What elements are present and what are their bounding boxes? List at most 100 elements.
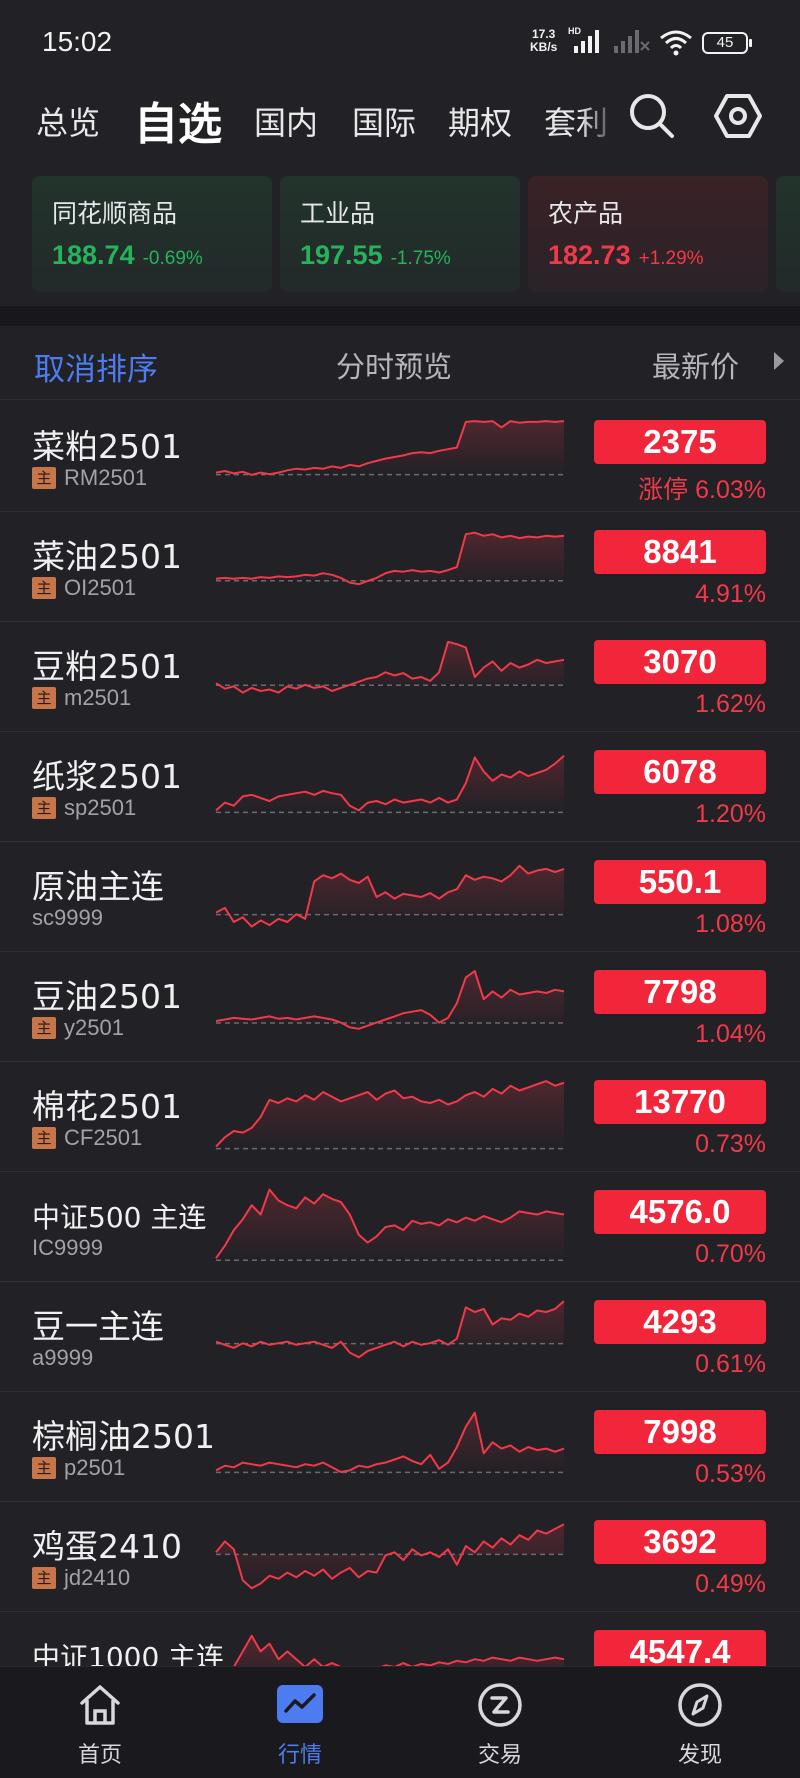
index-card-name: 工业品 bbox=[300, 199, 376, 228]
contract-code: p2501 bbox=[64, 1455, 126, 1480]
watchlist-row[interactable]: 中证500 主连 IC9999 4576.0 0.70% bbox=[0, 1172, 800, 1282]
change-percent: 1.20% bbox=[695, 800, 766, 828]
contract-code-wrap: 主 p2501 bbox=[32, 1455, 126, 1480]
contract-name: 菜油2501 bbox=[32, 537, 182, 576]
index-card-price: 188.74 bbox=[52, 240, 135, 270]
contract-code: m2501 bbox=[64, 685, 132, 710]
column-next-arrow-icon[interactable] bbox=[774, 352, 784, 370]
nav-discover[interactable]: 发现 bbox=[600, 1667, 800, 1778]
latest-price-badge: 13770 bbox=[594, 1080, 766, 1124]
contract-name: 纸浆2501 bbox=[32, 757, 182, 796]
change-percent: 1.04% bbox=[695, 1020, 766, 1048]
latest-price-column[interactable]: 最新价 bbox=[652, 344, 739, 386]
main-contract-badge: 主 bbox=[32, 1017, 56, 1039]
index-card[interactable]: 同花顺商品 188.74 -0.69% bbox=[32, 176, 272, 292]
intraday-sparkline bbox=[215, 531, 565, 586]
contract-name: 豆一主连 bbox=[32, 1307, 164, 1346]
tab-international[interactable]: 国际 bbox=[352, 98, 416, 144]
main-contract-badge: 主 bbox=[32, 797, 56, 819]
home-icon bbox=[80, 1685, 120, 1725]
contract-code: a9999 bbox=[32, 1345, 94, 1370]
tab-domestic[interactable]: 国内 bbox=[254, 98, 318, 144]
settings-icon[interactable] bbox=[712, 90, 764, 142]
intraday-sparkline bbox=[215, 864, 565, 928]
intraday-sparkline bbox=[215, 420, 565, 476]
index-card[interactable]: 农产品 182.73 +1.29% bbox=[528, 176, 768, 292]
latest-price-badge: 7798 bbox=[594, 970, 766, 1014]
intraday-sparkline bbox=[215, 970, 565, 1030]
contract-code: IC9999 bbox=[32, 1235, 103, 1260]
sparkline-area bbox=[216, 641, 564, 693]
index-card-name: 同花顺商品 bbox=[52, 199, 178, 228]
search-icon[interactable] bbox=[626, 90, 678, 142]
contract-code-wrap: IC9999 bbox=[32, 1235, 103, 1260]
intraday-sparkline bbox=[215, 1300, 565, 1359]
main-contract-badge: 主 bbox=[32, 577, 56, 599]
main-contract-badge: 主 bbox=[32, 1127, 56, 1149]
contract-code: CF2501 bbox=[64, 1125, 143, 1150]
watchlist-row[interactable]: 豆一主连 a9999 4293 0.61% bbox=[0, 1282, 800, 1392]
contract-name: 豆油2501 bbox=[32, 977, 182, 1016]
main-contract-badge: 主 bbox=[32, 1457, 56, 1479]
watchlist-row[interactable]: 棕榈油2501 主 p2501 7998 0.53% bbox=[0, 1392, 800, 1502]
status-time: 15:02 bbox=[42, 26, 113, 57]
contract-code-wrap: 主 m2501 bbox=[32, 685, 132, 710]
watchlist-row[interactable]: 豆粕2501 主 m2501 3070 1.62% bbox=[0, 622, 800, 732]
sparkline-area bbox=[216, 1301, 564, 1358]
watchlist-row[interactable]: 豆油2501 主 y2501 7798 1.04% bbox=[0, 952, 800, 1062]
intraday-sparkline bbox=[215, 640, 565, 694]
nav-home-label: 首页 bbox=[77, 1743, 122, 1768]
tab-options[interactable]: 期权 bbox=[448, 98, 512, 144]
index-card[interactable]: 工业品 197.55 -1.75% bbox=[280, 176, 520, 292]
contract-code: sp2501 bbox=[64, 795, 137, 820]
cancel-sort-button[interactable]: 取消排序 bbox=[34, 344, 158, 389]
nav-market-label: 行情 bbox=[277, 1743, 322, 1768]
nav-trade[interactable]: 交易 bbox=[400, 1667, 600, 1778]
contract-code-wrap: 主 OI2501 bbox=[32, 575, 136, 600]
contract-name: 棕榈油2501 bbox=[32, 1417, 215, 1456]
intraday-preview-label[interactable]: 分时预览 bbox=[336, 344, 452, 386]
watchlist: 菜粕2501 主 RM2501 2375 涨停 6.03% 菜油2501 主 OI2501 88… bbox=[0, 402, 800, 1666]
watchlist-row[interactable]: 鸡蛋2410 主 jd2410 3692 0.49% bbox=[0, 1502, 800, 1612]
sparkline-area bbox=[216, 421, 564, 475]
latest-price-badge: 7998 bbox=[594, 1410, 766, 1454]
cell-signal-2-icon bbox=[614, 30, 650, 53]
main-contract-badge: 主 bbox=[32, 1567, 56, 1589]
contract-name: 棉花2501 bbox=[32, 1087, 182, 1126]
nav-market[interactable]: 行情 bbox=[200, 1667, 400, 1778]
main-contract-badge: 主 bbox=[32, 687, 56, 709]
watchlist-row[interactable]: 棉花2501 主 CF2501 13770 0.73% bbox=[0, 1062, 800, 1172]
contract-name: 中证500 主连 bbox=[32, 1201, 207, 1234]
change-percent: 0.53% bbox=[695, 1460, 766, 1488]
tab-overview[interactable]: 总览 bbox=[36, 98, 100, 144]
tab-watchlist[interactable]: 自选 bbox=[134, 88, 222, 152]
intraday-sparkline bbox=[215, 1411, 565, 1474]
contract-code-wrap: 主 CF2501 bbox=[32, 1125, 143, 1150]
contract-name: 豆粕2501 bbox=[32, 647, 182, 686]
index-card-change: -1.75% bbox=[390, 248, 451, 269]
network-speed: 17.3 KB/s bbox=[530, 28, 557, 54]
watchlist-row[interactable]: 纸浆2501 主 sp2501 6078 1.20% bbox=[0, 732, 800, 842]
bottom-nav: 首页 行情 交易 发现 bbox=[0, 1666, 800, 1778]
index-card-partial[interactable] bbox=[776, 176, 800, 292]
watchlist-row[interactable]: 原油主连 sc9999 550.1 1.08% bbox=[0, 842, 800, 952]
intraday-sparkline bbox=[215, 755, 565, 814]
contract-code: sc9999 bbox=[32, 905, 103, 930]
nav-home[interactable]: 首页 bbox=[0, 1667, 200, 1778]
nav-trade-label: 交易 bbox=[477, 1743, 522, 1768]
change-percent: 涨停 6.03% bbox=[638, 476, 766, 504]
index-card-name: 农产品 bbox=[548, 199, 624, 228]
watchlist-row[interactable]: 菜粕2501 主 RM2501 2375 涨停 6.03% bbox=[0, 402, 800, 512]
change-percent: 0.73% bbox=[695, 1130, 766, 1158]
sparkline-area bbox=[216, 755, 564, 813]
watchlist-row[interactable]: 菜油2501 主 OI2501 8841 4.91% bbox=[0, 512, 800, 622]
change-percent: 0.61% bbox=[695, 1350, 766, 1378]
change-percent: 0.70% bbox=[695, 1240, 766, 1268]
latest-price-badge: 3070 bbox=[594, 640, 766, 684]
contract-code: jd2410 bbox=[64, 1565, 131, 1590]
intraday-sparkline bbox=[215, 1080, 565, 1150]
change-percent: 4.91% bbox=[695, 580, 766, 608]
contract-name: 鸡蛋2410 bbox=[32, 1527, 182, 1566]
latest-price-badge: 2375 bbox=[594, 420, 766, 464]
watchlist-row[interactable]: 中证1000 主连IM99994547.40.45% bbox=[0, 1612, 800, 1666]
